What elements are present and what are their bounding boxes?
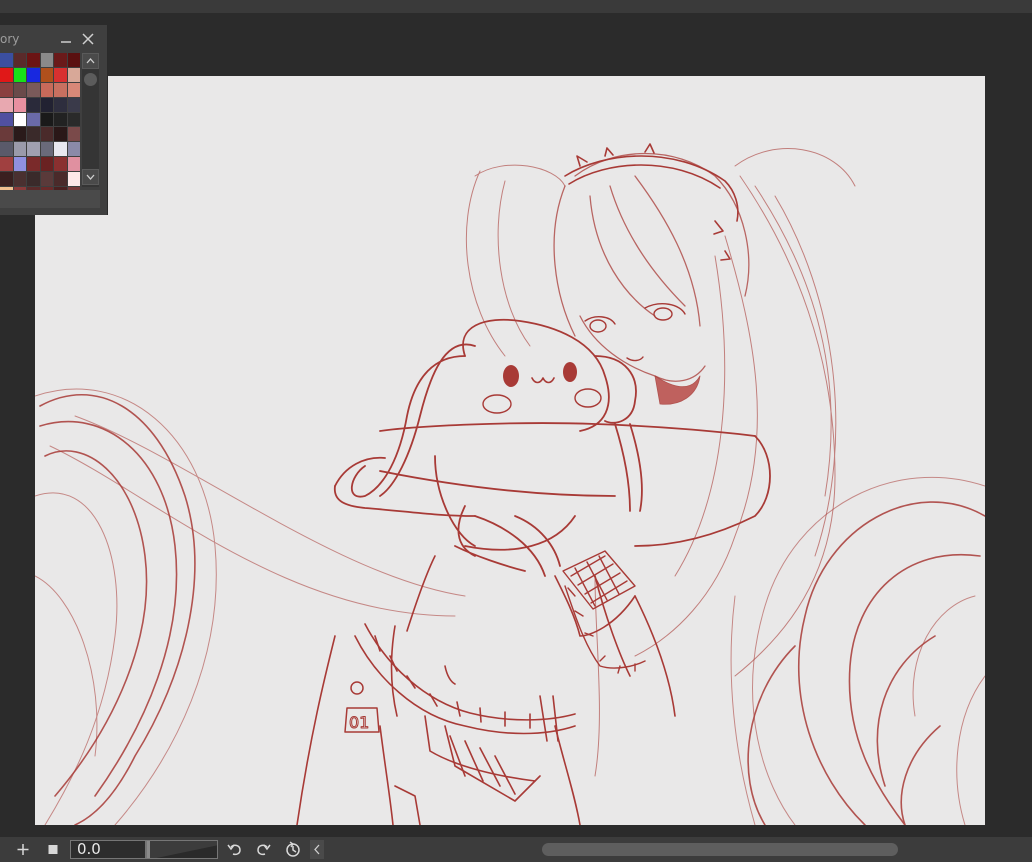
- color-swatch[interactable]: [27, 67, 41, 83]
- top-toolbar-strip: [0, 0, 1032, 13]
- color-swatch[interactable]: [40, 112, 54, 128]
- color-swatch[interactable]: [0, 172, 14, 188]
- color-swatch[interactable]: [0, 82, 14, 98]
- color-swatch[interactable]: [27, 82, 41, 98]
- undo-icon[interactable]: [224, 839, 246, 860]
- color-swatch[interactable]: [40, 97, 54, 113]
- palette-header: ory: [0, 25, 108, 53]
- color-swatch[interactable]: [40, 157, 54, 173]
- color-swatch[interactable]: [40, 82, 54, 98]
- color-swatch[interactable]: [67, 67, 81, 83]
- color-swatch[interactable]: [0, 67, 14, 83]
- color-swatch[interactable]: [40, 172, 54, 188]
- color-swatch[interactable]: [0, 53, 14, 68]
- color-swatch[interactable]: [67, 127, 81, 143]
- chevron-left-icon[interactable]: [310, 840, 324, 859]
- zoom-input[interactable]: 0.0: [70, 840, 146, 859]
- color-swatch[interactable]: [54, 53, 68, 68]
- color-swatch[interactable]: [54, 127, 68, 143]
- keychain-badge-text: 01: [349, 713, 369, 732]
- color-swatch[interactable]: [27, 97, 41, 113]
- color-swatch[interactable]: [13, 157, 27, 173]
- chevron-down-icon[interactable]: [82, 169, 99, 185]
- close-icon[interactable]: [80, 31, 96, 47]
- palette-scrollbar[interactable]: [82, 53, 99, 187]
- color-swatch[interactable]: [27, 112, 41, 128]
- color-swatch[interactable]: [54, 67, 68, 83]
- color-swatch[interactable]: [13, 172, 27, 188]
- color-swatch[interactable]: [67, 157, 81, 173]
- color-swatch[interactable]: [0, 142, 14, 158]
- color-swatch[interactable]: [0, 127, 14, 143]
- color-swatch[interactable]: [40, 127, 54, 143]
- color-swatch[interactable]: [27, 172, 41, 188]
- color-swatch[interactable]: [27, 127, 41, 143]
- drawing-canvas[interactable]: 01: [35, 76, 985, 825]
- color-history-panel: ory: [0, 25, 108, 215]
- palette-title: ory: [0, 32, 20, 46]
- app-window: 01 ory 0.0: [0, 0, 1032, 862]
- color-swatch[interactable]: [54, 97, 68, 113]
- sketch-artwork: 01: [35, 143, 985, 825]
- color-swatch[interactable]: [67, 172, 81, 188]
- color-swatch[interactable]: [13, 127, 27, 143]
- zoom-slider[interactable]: [146, 840, 218, 859]
- bottom-toolbar: 0.0: [0, 837, 1032, 862]
- color-swatch[interactable]: [27, 157, 41, 173]
- color-swatch[interactable]: [13, 67, 27, 83]
- color-swatch[interactable]: [0, 112, 14, 128]
- square-icon[interactable]: [42, 839, 64, 860]
- color-swatch[interactable]: [40, 67, 54, 83]
- color-swatch[interactable]: [13, 53, 27, 68]
- color-swatch[interactable]: [67, 53, 81, 68]
- color-swatch[interactable]: [40, 142, 54, 158]
- color-swatch[interactable]: [27, 142, 41, 158]
- palette-scroll-thumb[interactable]: [84, 73, 97, 86]
- color-swatch[interactable]: [67, 82, 81, 98]
- minimize-icon[interactable]: [58, 31, 74, 47]
- color-swatch[interactable]: [67, 142, 81, 158]
- color-swatch[interactable]: [54, 82, 68, 98]
- color-swatch[interactable]: [54, 142, 68, 158]
- color-swatch[interactable]: [13, 82, 27, 98]
- plus-icon[interactable]: [12, 839, 34, 860]
- palette-footer: [0, 190, 100, 208]
- swatch-grid: [0, 53, 81, 202]
- reset-rotation-icon[interactable]: [282, 839, 304, 860]
- color-swatch[interactable]: [67, 112, 81, 128]
- color-swatch[interactable]: [13, 97, 27, 113]
- color-swatch[interactable]: [27, 53, 41, 68]
- horizontal-scrollbar[interactable]: [326, 841, 1032, 858]
- color-swatch[interactable]: [54, 112, 68, 128]
- color-swatch[interactable]: [54, 157, 68, 173]
- color-swatch[interactable]: [54, 172, 68, 188]
- color-swatch[interactable]: [40, 53, 54, 68]
- chevron-up-icon[interactable]: [82, 53, 99, 69]
- color-swatch[interactable]: [67, 97, 81, 113]
- color-swatch[interactable]: [0, 97, 14, 113]
- horizontal-scroll-thumb[interactable]: [542, 843, 898, 856]
- color-swatch[interactable]: [13, 112, 27, 128]
- color-swatch[interactable]: [0, 157, 14, 173]
- redo-icon[interactable]: [252, 839, 274, 860]
- color-swatch[interactable]: [13, 142, 27, 158]
